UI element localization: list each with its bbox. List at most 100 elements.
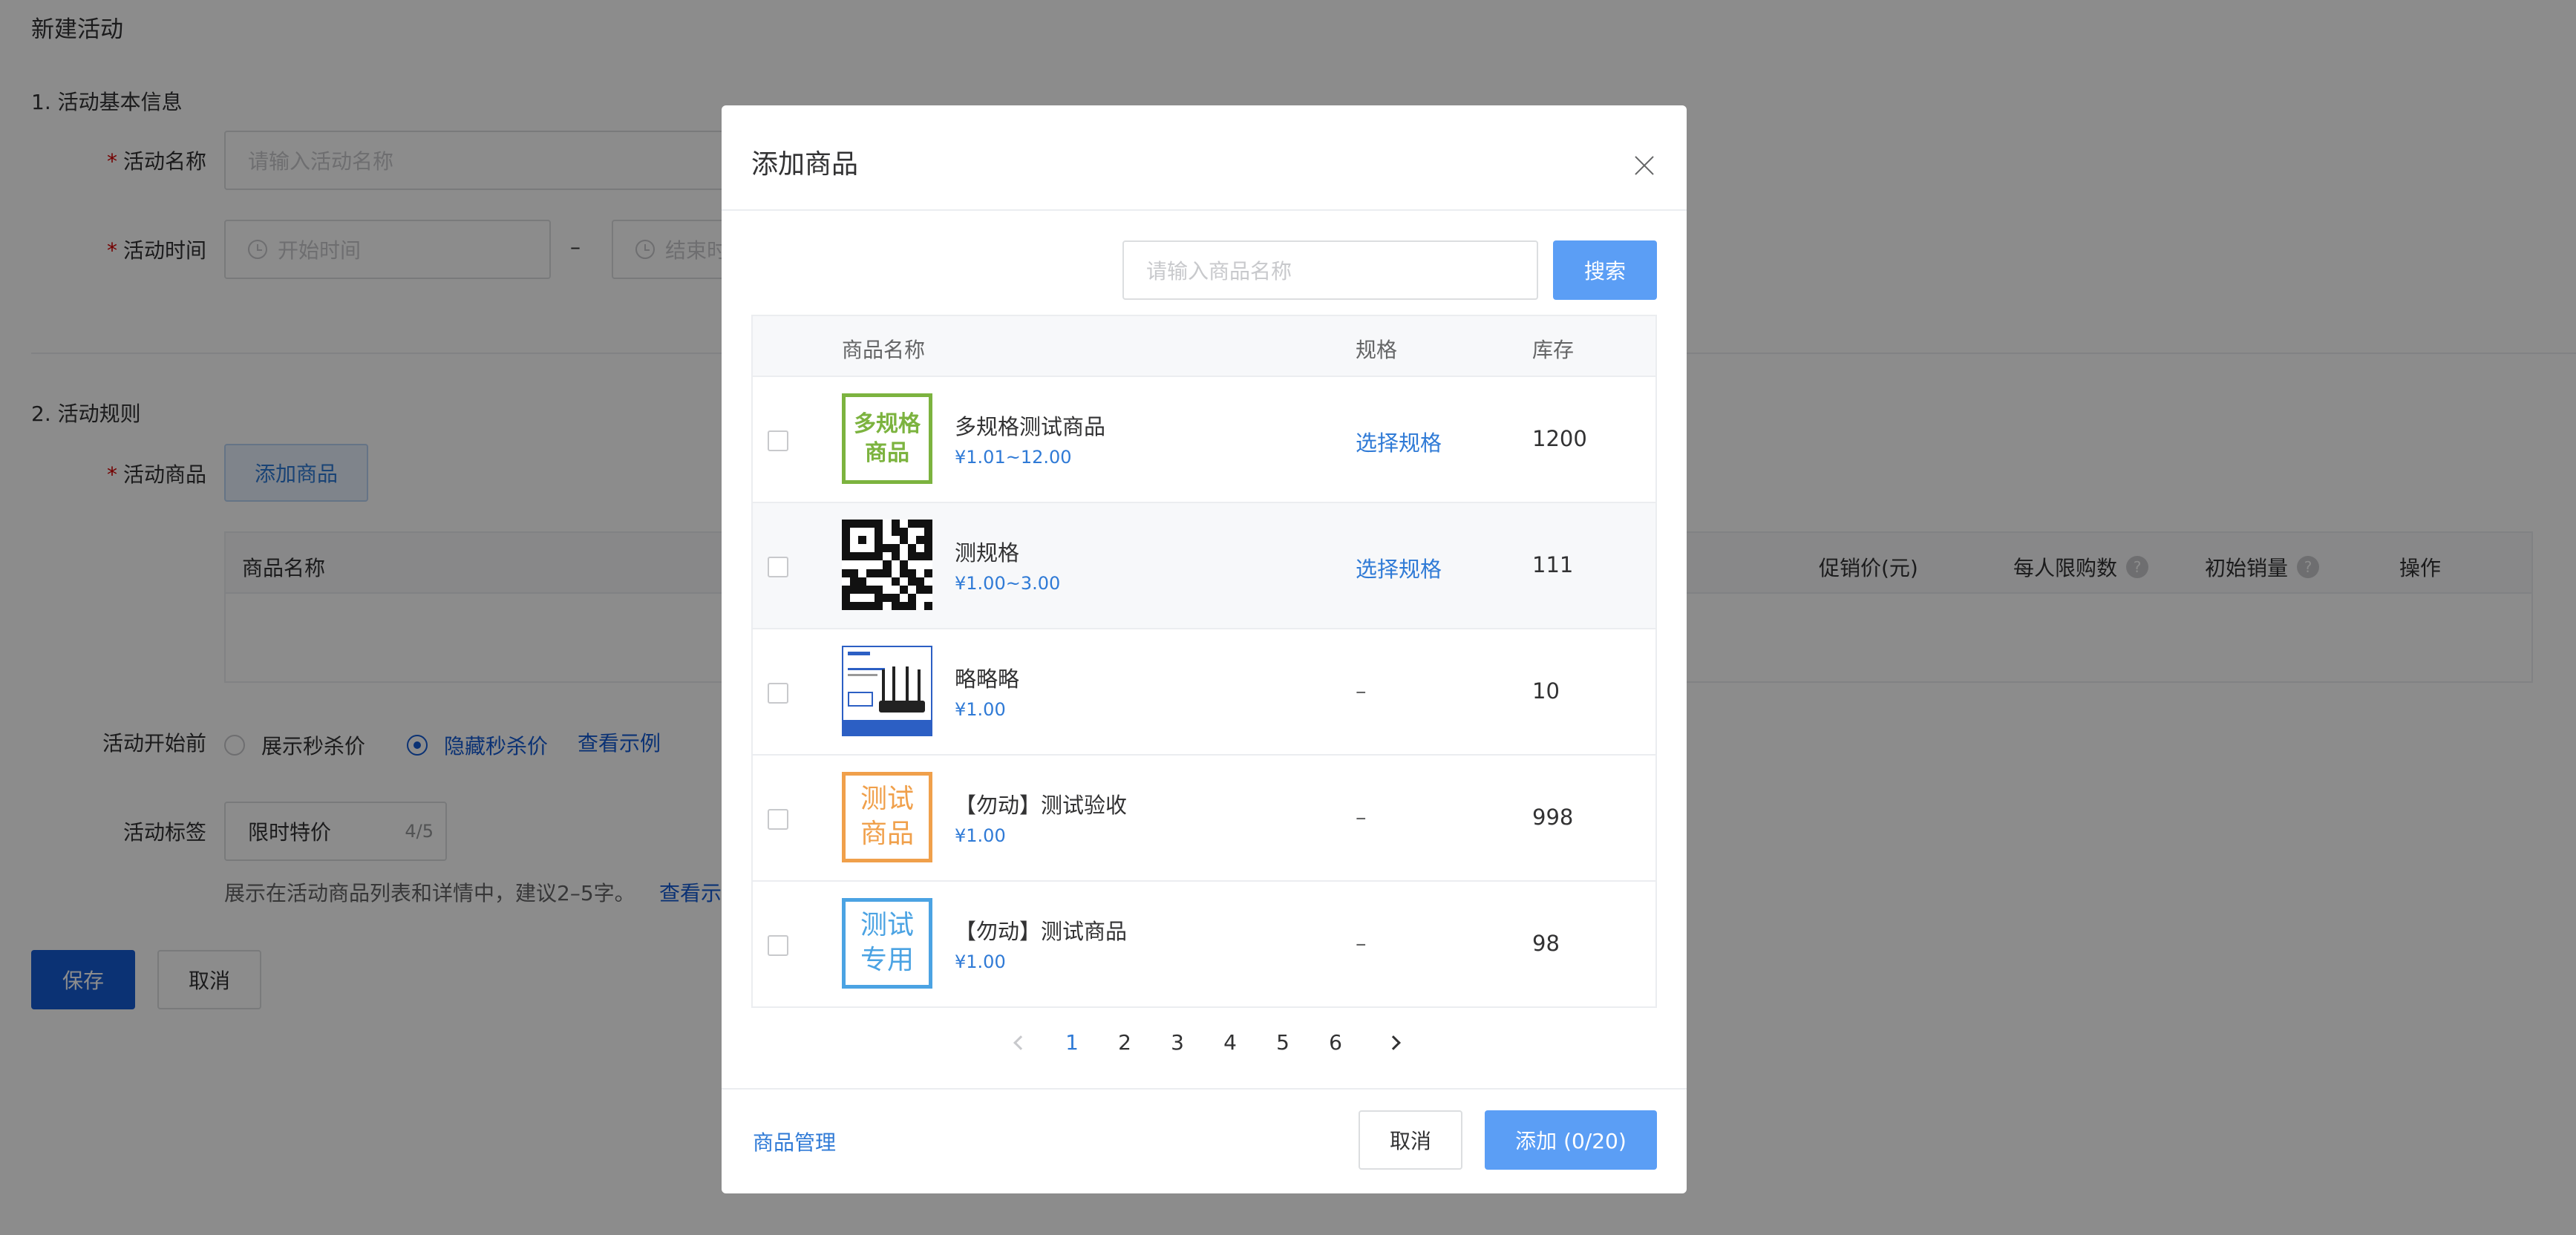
row-checkbox[interactable]: [768, 935, 788, 956]
product-spec: –: [1356, 678, 1367, 704]
table-row[interactable]: 略略略 ¥1.00 – 10: [753, 629, 1655, 756]
select-spec-link[interactable]: 选择规格: [1356, 552, 1442, 583]
qr-module: [923, 601, 932, 610]
table-row[interactable]: 测试 商品 【勿动】测试验收 ¥1.00 – 998: [753, 756, 1655, 882]
col-spec: 规格: [1356, 338, 1398, 362]
qr-module: [899, 569, 908, 577]
qr-code-icon: [842, 520, 932, 610]
qr-module: [883, 560, 892, 569]
product-thumbnail: 测试 专用: [842, 898, 932, 989]
qr-module: [907, 536, 916, 545]
qr-module: [915, 520, 924, 528]
qr-module: [875, 520, 883, 528]
goods-select-table-header: 商品名称 规格 库存: [753, 316, 1655, 377]
qr-module: [883, 520, 892, 528]
table-row[interactable]: 测规格 ¥1.00~3.00 选择规格 111: [753, 503, 1655, 629]
qr-module: [883, 577, 892, 586]
qr-module: [866, 593, 875, 602]
antenna: [892, 666, 895, 702]
qr-module: [883, 593, 892, 602]
page-6[interactable]: 6: [1324, 1030, 1347, 1055]
qr-module: [850, 520, 859, 528]
goods-search-input[interactable]: 请输入商品名称: [1122, 240, 1538, 300]
qr-module: [866, 552, 875, 561]
qr-module: [915, 552, 924, 561]
dialog-footer-divider: [722, 1088, 1687, 1090]
dialog-cancel-button[interactable]: 取消: [1359, 1110, 1462, 1170]
qr-module: [842, 601, 851, 610]
qr-module: [907, 601, 916, 610]
qr-module: [866, 569, 875, 577]
product-name: 多规格测试商品: [955, 414, 1106, 439]
qr-module: [858, 536, 867, 545]
product-price: ¥1.00: [955, 699, 1006, 720]
qr-module: [899, 520, 908, 528]
page-4[interactable]: 4: [1219, 1030, 1241, 1055]
goods-management-link[interactable]: 商品管理: [753, 1127, 836, 1156]
table-row[interactable]: 测试 专用 【勿动】测试商品 ¥1.00 – 98: [753, 882, 1655, 1008]
select-spec-link[interactable]: 选择规格: [1356, 426, 1442, 457]
qr-module: [866, 601, 875, 610]
qr-module: [899, 601, 908, 610]
qr-module: [875, 593, 883, 602]
text-line: [848, 674, 877, 676]
qr-module: [907, 577, 916, 586]
qr-module: [907, 528, 916, 537]
page-3[interactable]: 3: [1166, 1030, 1189, 1055]
row-checkbox[interactable]: [768, 430, 788, 451]
row-checkbox[interactable]: [768, 557, 788, 577]
product-stock: 111: [1532, 552, 1574, 577]
qr-module: [923, 544, 932, 553]
qr-module: [923, 585, 932, 594]
qr-module: [891, 520, 900, 528]
product-name: 略略略: [955, 666, 1020, 692]
qr-module: [858, 560, 867, 569]
qr-module: [907, 544, 916, 553]
qr-module: [875, 585, 883, 594]
pagination: 1 2 3 4 5 6: [722, 1030, 1687, 1060]
page-1[interactable]: 1: [1061, 1030, 1083, 1055]
router-thumbnail: [842, 646, 932, 736]
product-name: 【勿动】测试验收: [955, 793, 1128, 818]
row-checkbox[interactable]: [768, 683, 788, 704]
thumb-label: 多规格 商品: [842, 393, 932, 484]
qr-module: [858, 577, 867, 586]
product-spec: –: [1356, 931, 1367, 956]
page-5[interactable]: 5: [1272, 1030, 1294, 1055]
search-button[interactable]: 搜索: [1553, 240, 1657, 300]
qr-module: [883, 544, 892, 553]
qr-module: [842, 560, 851, 569]
product-stock: 1200: [1532, 426, 1587, 451]
product-name: 【勿动】测试商品: [955, 919, 1128, 944]
product-stock: 998: [1532, 805, 1574, 830]
page-2[interactable]: 2: [1114, 1030, 1136, 1055]
qr-module: [907, 552, 916, 561]
brand-mark: [848, 652, 870, 655]
qr-module: [850, 601, 859, 610]
qr-module: [915, 536, 924, 545]
dialog-add-button[interactable]: 添加 (0/20): [1485, 1110, 1657, 1170]
qr-module: [883, 552, 892, 561]
goods-select-table: 商品名称 规格 库存 多规格 商品 多规格测试商品 ¥1.01~12.00 选择规…: [751, 315, 1657, 1008]
qr-module: [842, 585, 851, 594]
qr-module: [858, 585, 867, 594]
qr-module: [858, 544, 867, 553]
qr-module: [883, 536, 892, 545]
qr-module: [875, 560, 883, 569]
table-row[interactable]: 多规格 商品 多规格测试商品 ¥1.01~12.00 选择规格 1200: [753, 377, 1655, 503]
chevron-right-icon[interactable]: [1386, 1035, 1401, 1050]
qr-module: [923, 536, 932, 545]
qr-module: [850, 569, 859, 577]
qr-module: [907, 560, 916, 569]
qr-module: [866, 520, 875, 528]
qr-module: [850, 536, 859, 545]
qr-module: [875, 577, 883, 586]
chevron-left-icon[interactable]: [1013, 1035, 1028, 1050]
qr-module: [883, 569, 892, 577]
close-icon[interactable]: [1633, 154, 1655, 177]
col-name: 商品名称: [842, 338, 926, 362]
qr-module: [891, 560, 900, 569]
row-checkbox[interactable]: [768, 809, 788, 830]
qr-module: [915, 560, 924, 569]
qr-module: [899, 577, 908, 586]
